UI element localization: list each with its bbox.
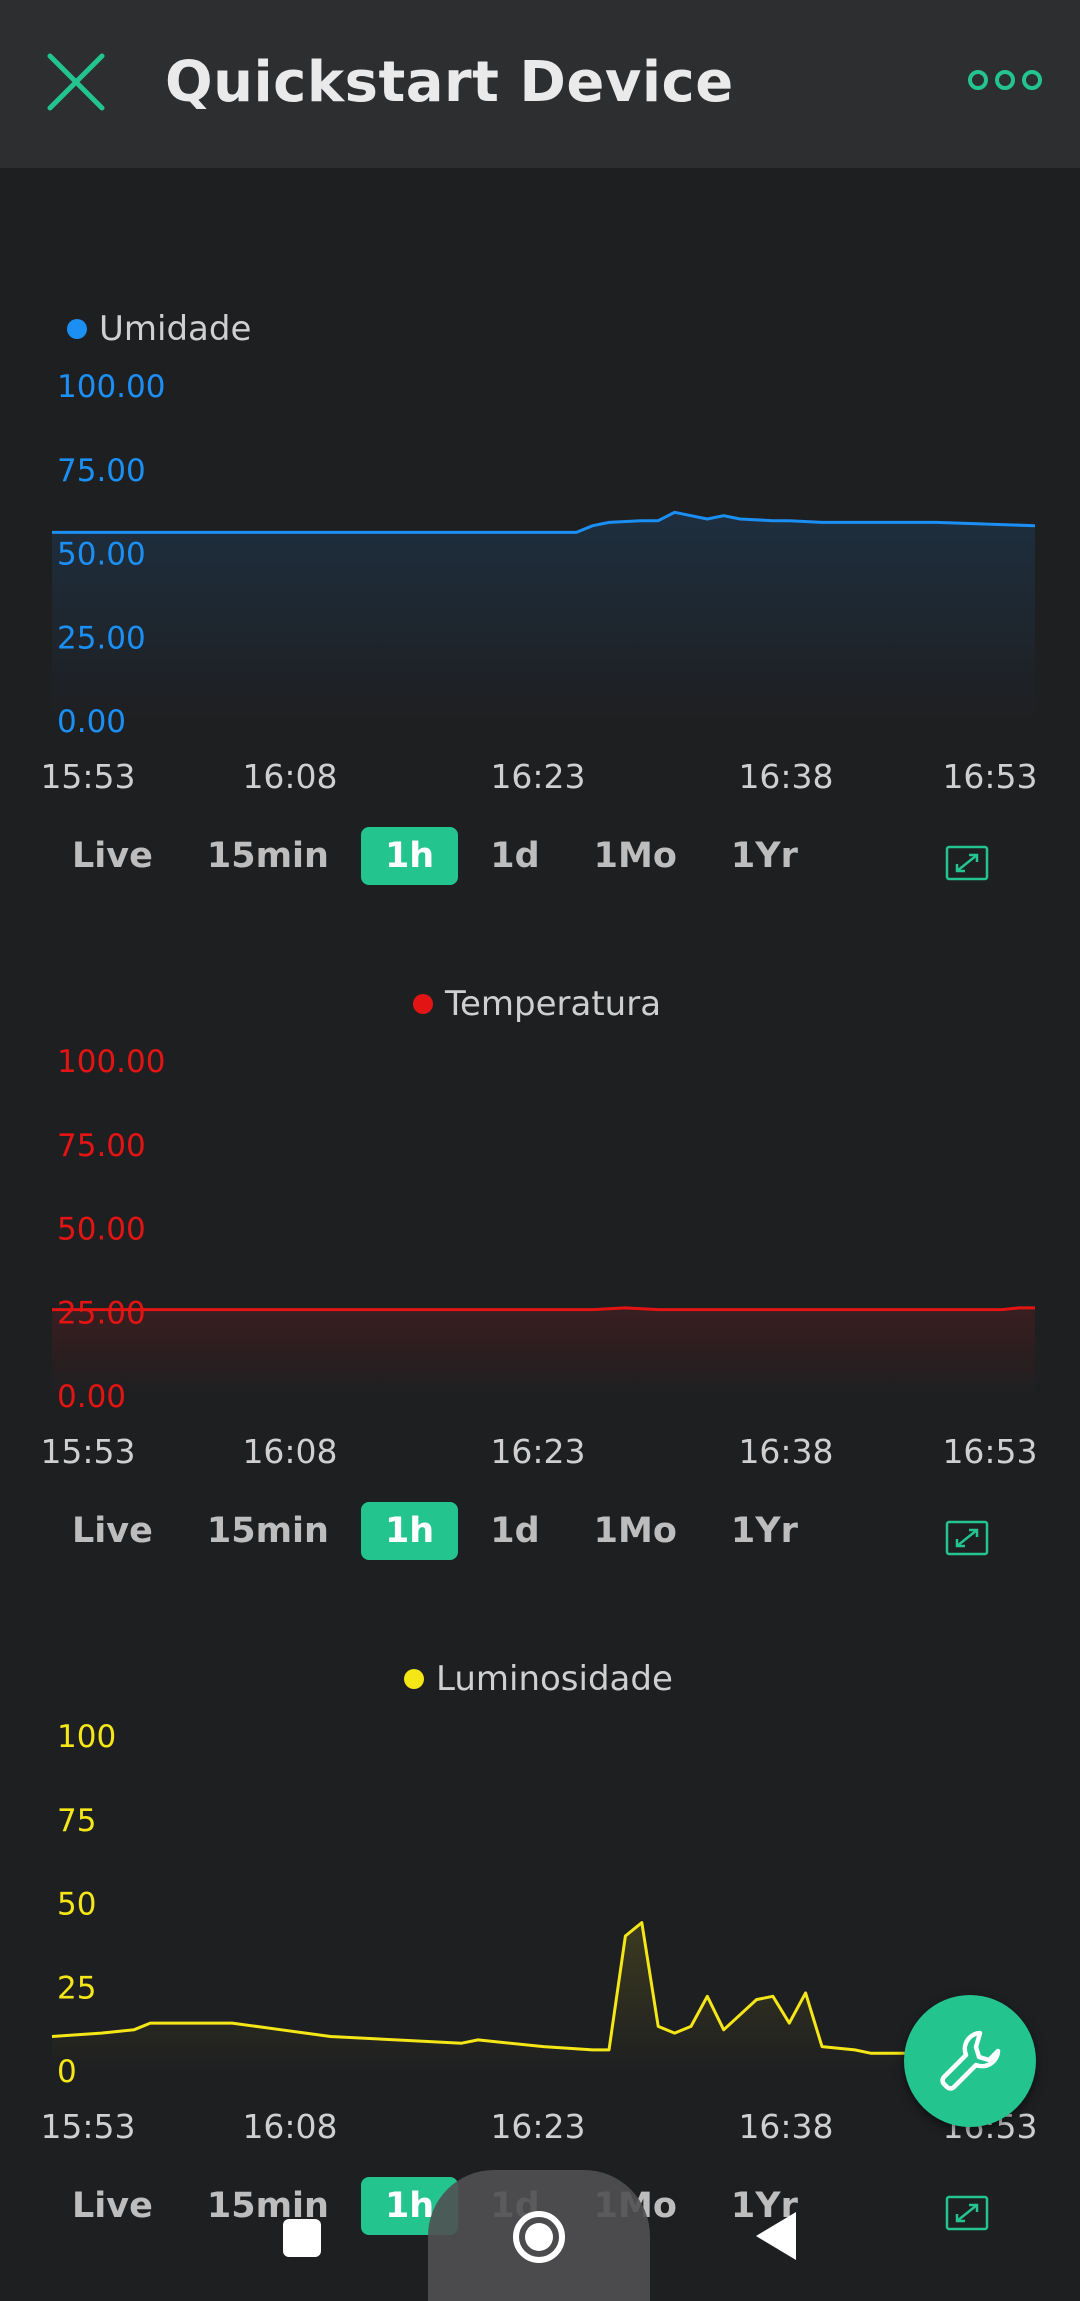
series-line (52, 1306, 1035, 1312)
series-area (52, 512, 1035, 720)
more-horizontal-icon[interactable] (966, 60, 1044, 100)
chart-umidade: 100.0075.0050.0025.000.0015:5316:0816:23… (40, 369, 1037, 796)
period-live[interactable]: Live (50, 2177, 175, 2235)
period-1yr[interactable]: 1Yr (709, 1502, 820, 1560)
y-tick-label: 25 (57, 1970, 96, 2006)
period-live[interactable]: Live (50, 1502, 175, 1560)
close-icon[interactable] (40, 46, 112, 118)
period-15min[interactable]: 15min (185, 2177, 351, 2235)
period-live[interactable]: Live (50, 827, 175, 885)
expand-icon[interactable] (945, 1520, 989, 1556)
period-1h[interactable]: 1h (360, 1502, 459, 1560)
y-tick-label: 75.00 (57, 1128, 146, 1164)
expand-icon[interactable] (945, 845, 989, 881)
x-tick-label: 16:08 (242, 1432, 337, 1471)
x-tick-label: 16:23 (490, 1432, 585, 1471)
y-tick-label: 100.00 (57, 1044, 165, 1080)
y-tick-label: 75 (57, 1803, 96, 1839)
page-title: Quickstart Device (165, 50, 734, 115)
period-selector: Live15min1h1d1Mo1Yr (50, 827, 830, 885)
period-1h[interactable]: 1h (360, 827, 459, 885)
x-tick-label: 16:38 (738, 757, 833, 796)
period-1yr[interactable]: 1Yr (709, 827, 820, 885)
x-tick-label: 15:53 (40, 757, 135, 796)
x-tick-label: 16:08 (242, 757, 337, 796)
chart-temperatura: 100.0075.0050.0025.000.0015:5316:0816:23… (40, 1044, 1037, 1471)
period-1mo[interactable]: 1Mo (572, 1502, 699, 1560)
app-header: Quickstart Device (0, 0, 1080, 168)
chart-panel-temperatura: Temperatura 100.0075.0050.0025.000.0015:… (0, 975, 1080, 1575)
x-tick-label: 16:53 (942, 1432, 1037, 1471)
y-tick-label: 50.00 (57, 1212, 146, 1248)
x-tick-label: 16:53 (942, 757, 1037, 796)
x-tick-label: 16:38 (738, 1432, 833, 1471)
recents-icon[interactable] (283, 2219, 321, 2257)
period-1d[interactable]: 1d (468, 1502, 561, 1560)
x-tick-label: 16:38 (738, 2107, 833, 2146)
home-icon[interactable] (511, 2209, 567, 2265)
x-tick-label: 15:53 (40, 1432, 135, 1471)
settings-fab[interactable] (904, 1995, 1036, 2127)
x-tick-label: 16:23 (490, 757, 585, 796)
period-1mo[interactable]: 1Mo (572, 827, 699, 885)
back-icon[interactable] (756, 2212, 796, 2260)
period-15min[interactable]: 15min (185, 827, 351, 885)
chart-panel-umidade: Umidade 100.0075.0050.0025.000.0015:5316… (0, 300, 1080, 900)
x-tick-label: 15:53 (40, 2107, 135, 2146)
y-tick-label: 75.00 (57, 453, 146, 489)
period-selector: Live15min1h1d1Mo1Yr (50, 1502, 830, 1560)
wrench-icon (940, 2030, 1001, 2091)
chart-panel-luminosidade: Luminosidade 100 75 50 25 0 15:53 16:08 16:23 16… (0, 1650, 1080, 2250)
y-tick-label: 100.00 (57, 369, 165, 405)
x-tick-label: 16:08 (242, 2107, 337, 2146)
y-tick-label: 50 (57, 1887, 96, 1923)
series-area (52, 1307, 1035, 1395)
expand-icon[interactable] (945, 2195, 989, 2231)
y-tick-label: 100 (57, 1719, 116, 1755)
period-1d[interactable]: 1d (468, 827, 561, 885)
x-tick-label: 16:23 (490, 2107, 585, 2146)
period-15min[interactable]: 15min (185, 1502, 351, 1560)
